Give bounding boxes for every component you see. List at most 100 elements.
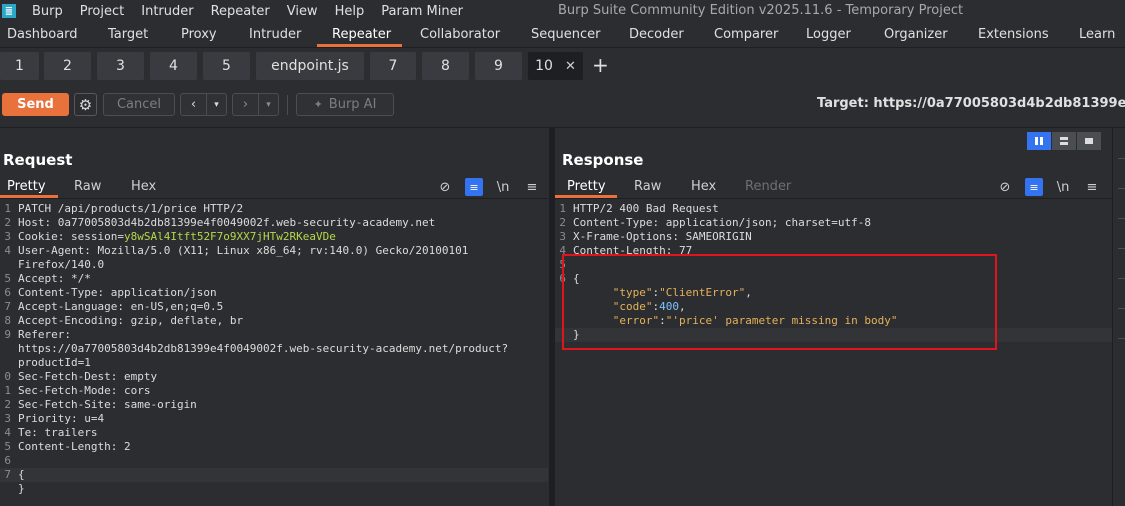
add-tab-icon[interactable]: + — [592, 53, 609, 77]
tab-pretty[interactable]: Pretty — [567, 179, 606, 194]
line-text: Content-Type: application/json — [18, 286, 217, 299]
menu-burp[interactable]: Burp — [32, 4, 63, 19]
divider — [1118, 188, 1125, 189]
chevron-down-icon[interactable]: ▾ — [259, 94, 278, 115]
tab-repeater[interactable]: Repeater — [332, 27, 391, 42]
line-number: 4 — [4, 426, 11, 439]
eye-slash-icon[interactable]: ⊘ — [996, 178, 1014, 196]
menu-bar: ≣ Burp Project Intruder Repeater View He… — [0, 0, 1125, 22]
line-number: 5 — [4, 272, 11, 285]
code-line: https://0a77005803d4b2db81399e4f0049002f… — [0, 342, 548, 356]
layout-columns-icon[interactable] — [1027, 132, 1052, 150]
layout-rows-icon[interactable] — [1052, 132, 1077, 150]
line-number: 2 — [559, 216, 566, 229]
tab-extensions[interactable]: Extensions — [978, 27, 1049, 42]
tab-hex[interactable]: Hex — [691, 179, 716, 194]
chevron-left-icon[interactable]: ‹ — [181, 94, 207, 115]
repeater-tab-9[interactable]: 9 — [475, 52, 522, 80]
repeater-tab-endpoint-js[interactable]: endpoint.js — [256, 52, 364, 80]
chevron-down-icon[interactable]: ▾ — [207, 94, 226, 115]
layout-tabs-icon[interactable] — [1077, 132, 1102, 150]
divider — [1118, 308, 1125, 309]
close-tab-icon[interactable]: ✕ — [565, 59, 576, 74]
main-tab-bar: Dashboard Target Proxy Intruder Repeater… — [0, 23, 1125, 47]
history-back[interactable]: ‹ ▾ — [180, 93, 227, 116]
code-line: 3 Priority: u=4 — [0, 412, 548, 426]
header-prefix: Cookie: session= — [18, 230, 124, 243]
window-title: Burp Suite Community Edition v2025.11.6 … — [558, 3, 964, 18]
cancel-button[interactable]: Cancel — [103, 93, 175, 116]
code-line: 1 Sec-Fetch-Mode: cors — [0, 384, 548, 398]
code-line: 1 PATCH /api/products/1/price HTTP/2 — [0, 202, 548, 216]
repeater-tab-3[interactable]: 3 — [97, 52, 144, 80]
line-text: Sec-Fetch-Mode: cors — [18, 384, 151, 397]
layout-toggle — [1027, 132, 1102, 150]
tab-intruder[interactable]: Intruder — [249, 27, 301, 42]
tab-target[interactable]: Target — [108, 27, 148, 42]
response-editor-icons: ⊘ ≡ \n ≡ — [996, 178, 1112, 196]
code-line: 6 Content-Type: application/json — [0, 286, 548, 300]
code-line: } — [0, 482, 548, 496]
newline-icon[interactable]: \n — [1054, 178, 1072, 196]
tab-logger[interactable]: Logger — [806, 27, 851, 42]
target-url[interactable]: Target: https://0a77005803d4b2db81399e4f… — [817, 96, 1125, 111]
menu-param-miner[interactable]: Param Miner — [381, 4, 463, 19]
request-title: Request — [3, 151, 73, 169]
inspector-strip[interactable] — [1112, 128, 1125, 506]
line-number: 9 — [4, 328, 11, 341]
send-button[interactable]: Send — [2, 93, 69, 116]
repeater-tab-4[interactable]: 4 — [150, 52, 197, 80]
tab-hex[interactable]: Hex — [131, 179, 156, 194]
divider — [0, 198, 548, 199]
history-forward[interactable]: › ▾ — [232, 93, 279, 116]
menu-help[interactable]: Help — [335, 4, 365, 19]
divider — [555, 198, 1112, 199]
response-title: Response — [562, 151, 644, 169]
line-text: Sec-Fetch-Site: same-origin — [18, 398, 197, 411]
repeater-tab-7[interactable]: 7 — [370, 52, 416, 80]
wrap-lines-icon[interactable]: ≡ — [465, 178, 483, 196]
line-number: 7 — [4, 468, 11, 481]
tab-collaborator[interactable]: Collaborator — [420, 27, 500, 42]
tab-sequencer[interactable]: Sequencer — [531, 27, 600, 42]
session-cookie-value: y8wSAl4Itft52F7o9XX7jHTw2RKeaVDe — [123, 230, 336, 243]
menu-repeater[interactable]: Repeater — [211, 4, 270, 19]
line-text: Accept-Language: en-US,en;q=0.5 — [18, 300, 224, 313]
line-text: productId=1 — [18, 356, 91, 369]
tab-dashboard[interactable]: Dashboard — [7, 27, 78, 42]
code-line: 3 Cookie: session=y8wSAl4Itft52F7o9XX7jHT… — [0, 230, 548, 244]
tab-learn[interactable]: Learn — [1079, 27, 1115, 42]
menu-project[interactable]: Project — [80, 4, 124, 19]
repeater-tab-8[interactable]: 8 — [422, 52, 469, 80]
line-number: 3 — [4, 230, 11, 243]
tab-organizer[interactable]: Organizer — [884, 27, 948, 42]
menu-intruder[interactable]: Intruder — [141, 4, 193, 19]
repeater-tab-10[interactable]: 10 ✕ — [528, 52, 583, 80]
line-text: Te: trailers — [18, 426, 98, 439]
wrap-lines-icon[interactable]: ≡ — [1025, 178, 1043, 196]
repeater-tab-5[interactable]: 5 — [203, 52, 250, 80]
menu-icon[interactable]: ≡ — [523, 178, 541, 196]
newline-icon[interactable]: \n — [494, 178, 512, 196]
code-line: 7{ — [0, 468, 548, 482]
gear-icon[interactable]: ⚙ — [74, 93, 97, 116]
tab-proxy[interactable]: Proxy — [181, 27, 217, 42]
tab-comparer[interactable]: Comparer — [714, 27, 778, 42]
request-editor[interactable]: 1 PATCH /api/products/1/price HTTP/2 2 Host… — [0, 202, 548, 496]
tab-decoder[interactable]: Decoder — [629, 27, 684, 42]
tab-render[interactable]: Render — [745, 179, 791, 194]
line-text: Priority: u=4 — [18, 412, 105, 425]
repeater-tab-1[interactable]: 1 — [0, 52, 39, 80]
line-number: 1 — [4, 202, 11, 215]
burp-ai-button[interactable]: ✦ Burp AI — [296, 93, 394, 116]
menu-icon[interactable]: ≡ — [1083, 178, 1101, 196]
repeater-tab-2[interactable]: 2 — [44, 52, 91, 80]
request-editor-icons: ⊘ ≡ \n ≡ — [436, 178, 548, 196]
chevron-right-icon[interactable]: › — [233, 94, 259, 115]
eye-slash-icon[interactable]: ⊘ — [436, 178, 454, 196]
tab-raw[interactable]: Raw — [634, 179, 661, 194]
line-number: 3 — [559, 230, 566, 243]
tab-raw[interactable]: Raw — [74, 179, 101, 194]
menu-view[interactable]: View — [287, 4, 318, 19]
tab-pretty[interactable]: Pretty — [7, 179, 46, 194]
